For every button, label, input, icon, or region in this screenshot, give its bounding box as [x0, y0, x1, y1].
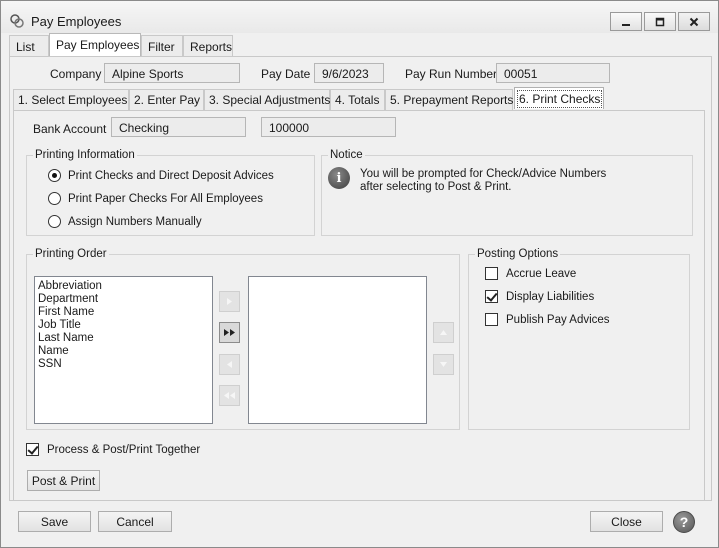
- checkbox[interactable]: [26, 443, 39, 456]
- tab-list[interactable]: List: [9, 35, 49, 57]
- available-fields-list[interactable]: Abbreviation Department First Name Job T…: [34, 276, 213, 424]
- move-all-right-button[interactable]: [219, 322, 240, 343]
- radio-assign-numbers-manually[interactable]: Assign Numbers Manually: [48, 215, 202, 228]
- checkbox-label: Publish Pay Advices: [506, 313, 610, 326]
- tab-totals[interactable]: 4. Totals: [330, 89, 385, 110]
- posting-options-group: Posting Options: [468, 248, 690, 430]
- list-item[interactable]: Job Title: [38, 319, 209, 332]
- post-print-button[interactable]: Post & Print: [27, 470, 100, 491]
- double-arrow-left-icon: [224, 392, 235, 399]
- close-icon: [689, 17, 699, 26]
- info-icon: i: [328, 167, 350, 189]
- cancel-button[interactable]: Cancel: [98, 511, 172, 532]
- tab-prepayment-reports[interactable]: 5. Prepayment Reports: [385, 89, 513, 110]
- minimize-icon: [622, 23, 630, 26]
- selected-fields-list[interactable]: [248, 276, 427, 424]
- posting-options-title: Posting Options: [475, 248, 561, 260]
- title-bar: Pay Employees: [1, 1, 718, 33]
- checkbox-label: Display Liabilities: [506, 290, 595, 303]
- list-item[interactable]: SSN: [38, 358, 209, 371]
- maximize-button[interactable]: [644, 12, 676, 31]
- save-button[interactable]: Save: [18, 511, 91, 532]
- checkbox-publish-pay-advices[interactable]: Publish Pay Advices: [485, 313, 610, 326]
- radio-button[interactable]: [48, 215, 61, 228]
- tab-label: 4. Totals: [335, 93, 380, 107]
- checkbox[interactable]: [485, 313, 498, 326]
- list-item[interactable]: Department: [38, 293, 209, 306]
- bank-account-label: Bank Account: [33, 122, 107, 136]
- window-title: Pay Employees: [31, 14, 122, 29]
- tab-label: Reports: [190, 39, 233, 54]
- checkbox-label: Accrue Leave: [506, 267, 577, 280]
- move-right-button[interactable]: [219, 291, 240, 312]
- tab-pay-employees[interactable]: Pay Employees: [49, 33, 141, 56]
- company-label: Company: [50, 67, 102, 81]
- notice-title: Notice: [328, 149, 365, 161]
- radio-label: Assign Numbers Manually: [68, 215, 202, 228]
- pay-date-label: Pay Date: [261, 67, 311, 81]
- tab-label: Filter: [148, 39, 175, 54]
- radio-button[interactable]: [48, 169, 61, 182]
- tab-label: 1. Select Employees: [18, 93, 128, 107]
- maximize-icon: [655, 17, 665, 26]
- radio-print-paper-checks[interactable]: Print Paper Checks For All Employees: [48, 192, 263, 205]
- printing-information-title: Printing Information: [33, 149, 137, 161]
- checkbox[interactable]: [485, 290, 498, 303]
- checkbox-display-liabilities[interactable]: Display Liabilities: [485, 290, 594, 303]
- move-left-button[interactable]: [219, 354, 240, 375]
- tab-reports[interactable]: Reports: [183, 35, 233, 57]
- radio-button[interactable]: [48, 192, 61, 205]
- radio-label: Print Paper Checks For All Employees: [68, 192, 263, 205]
- arrow-right-icon: [227, 298, 232, 305]
- checkbox[interactable]: [485, 267, 498, 280]
- radio-label: Print Checks and Direct Deposit Advices: [68, 169, 274, 182]
- radio-print-checks-and-advices[interactable]: Print Checks and Direct Deposit Advices: [48, 169, 274, 182]
- bank-account-name-field: Checking: [111, 117, 246, 137]
- tab-label: 6. Print Checks: [516, 89, 603, 108]
- printing-order-title: Printing Order: [33, 248, 109, 260]
- tab-label: 2. Enter Pay: [134, 93, 201, 107]
- close-window-button[interactable]: [678, 12, 710, 31]
- bank-account-number-field: 100000: [261, 117, 396, 137]
- checkbox-process-post-print-together[interactable]: Process & Post/Print Together: [26, 443, 200, 456]
- list-item[interactable]: Abbreviation: [38, 280, 209, 293]
- notice-line-2: after selecting to Post & Print.: [360, 181, 512, 193]
- move-all-left-button[interactable]: [219, 385, 240, 406]
- tab-select-employees[interactable]: 1. Select Employees: [13, 89, 129, 110]
- pay-run-number-label: Pay Run Number: [405, 67, 498, 81]
- tab-label: 3. Special Adjustments: [209, 93, 331, 107]
- minimize-button[interactable]: [610, 12, 642, 31]
- double-arrow-right-icon: [224, 329, 235, 336]
- tab-filter[interactable]: Filter: [141, 35, 183, 57]
- tab-print-checks[interactable]: 6. Print Checks: [514, 87, 604, 109]
- pay-date-field: 9/6/2023: [314, 63, 384, 83]
- pay-employees-window: Pay Employees List Pay Employees Filter …: [0, 0, 719, 548]
- arrow-left-icon: [227, 361, 232, 368]
- app-icon: [10, 14, 24, 28]
- tab-special-adjustments[interactable]: 3. Special Adjustments: [204, 89, 330, 110]
- checkbox-accrue-leave[interactable]: Accrue Leave: [485, 267, 576, 280]
- help-icon[interactable]: ?: [673, 511, 695, 533]
- pay-run-number-field: 00051: [496, 63, 610, 83]
- move-down-button[interactable]: [433, 354, 454, 375]
- arrow-down-icon: [440, 362, 447, 367]
- tab-label: 5. Prepayment Reports: [390, 93, 514, 107]
- notice-line-1: You will be prompted for Check/Advice Nu…: [360, 168, 607, 180]
- tab-label: List: [16, 39, 35, 54]
- company-field: Alpine Sports: [104, 63, 240, 83]
- close-button[interactable]: Close: [590, 511, 663, 532]
- list-item[interactable]: Name: [38, 345, 209, 358]
- list-item[interactable]: Last Name: [38, 332, 209, 345]
- tab-enter-pay[interactable]: 2. Enter Pay: [129, 89, 204, 110]
- tab-label: Pay Employees: [56, 38, 140, 52]
- list-item[interactable]: First Name: [38, 306, 209, 319]
- move-up-button[interactable]: [433, 322, 454, 343]
- checkbox-label: Process & Post/Print Together: [47, 443, 201, 456]
- arrow-up-icon: [440, 330, 447, 335]
